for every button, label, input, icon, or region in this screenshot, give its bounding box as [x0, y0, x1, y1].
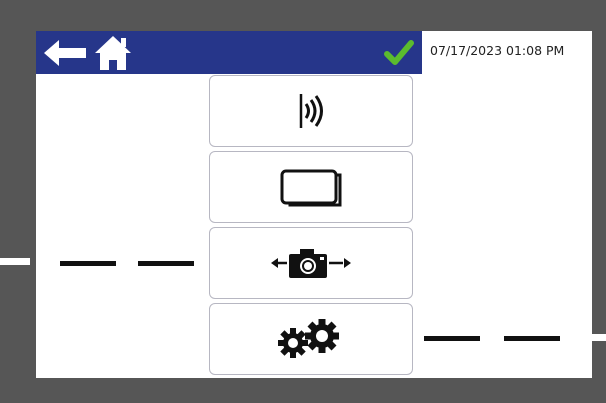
dash-right-1 — [424, 336, 480, 341]
wireless-button[interactable] — [209, 75, 413, 147]
date-time-display: 07/17/2023 01:08 PM — [430, 43, 565, 58]
arrow-left-icon[interactable] — [44, 39, 88, 67]
dash-right-2 — [504, 336, 560, 341]
dash-left-1 — [60, 261, 116, 266]
dashed-line-right — [580, 334, 606, 341]
settings-button[interactable] — [209, 303, 413, 375]
dash-left-2 — [138, 261, 194, 266]
screen-button[interactable] — [209, 151, 413, 223]
camera-switch-button[interactable] — [209, 227, 413, 299]
header-bar — [36, 31, 422, 74]
camera-switch-icon — [271, 249, 351, 278]
check-icon — [384, 40, 414, 65]
gears-icon — [278, 319, 339, 358]
home-icon[interactable] — [94, 35, 132, 71]
screen-rectangle-icon — [280, 169, 342, 207]
dashed-line-left — [0, 258, 30, 265]
wireless-signal-icon — [299, 94, 323, 128]
